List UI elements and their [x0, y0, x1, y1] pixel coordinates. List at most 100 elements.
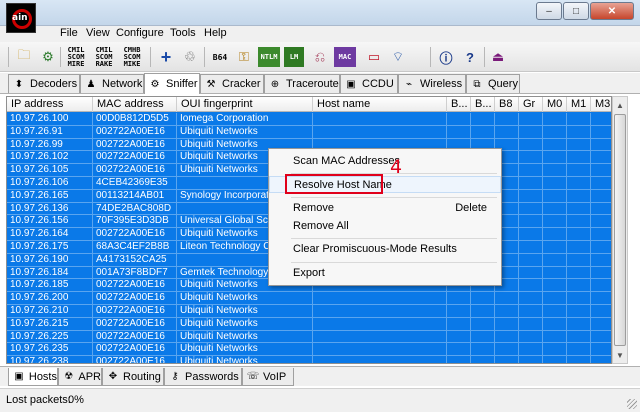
- table-cell: 002722A00E16: [93, 138, 177, 152]
- table-cell: [567, 330, 591, 344]
- table-cell: 10.97.26.184: [7, 266, 93, 280]
- route-icon[interactable]: ⎌: [310, 47, 330, 67]
- table-cell: 10.97.26.100: [7, 113, 93, 126]
- tab-voip[interactable]: ☏ VoIP: [242, 368, 294, 386]
- tab-cracker[interactable]: ⚒ Cracker: [200, 74, 264, 93]
- tab-passwords[interactable]: ⚷ Passwords: [164, 368, 242, 386]
- table-cell: [591, 267, 611, 280]
- table-cell: [313, 292, 447, 305]
- tab-query[interactable]: ⧉ Query: [466, 74, 520, 93]
- tab-apr[interactable]: ☢ APR: [58, 368, 102, 386]
- mac-icon[interactable]: MAC: [334, 47, 356, 67]
- wireless-icon: ⌁: [405, 78, 413, 90]
- table-cell: [519, 305, 543, 318]
- table-row[interactable]: 10.97.26.238 002722A00E16 Ubiquiti Network…: [7, 356, 611, 363]
- column-header[interactable]: Host name: [313, 97, 447, 112]
- table-cell: [519, 279, 543, 293]
- tab-routing[interactable]: ✥ Routing: [102, 368, 164, 386]
- table-cell: [471, 317, 495, 331]
- certificate-icon[interactable]: ⚿: [234, 47, 254, 67]
- add-icon[interactable]: +: [156, 47, 176, 67]
- table-cell: [543, 292, 567, 305]
- column-header[interactable]: B8: [495, 97, 519, 112]
- table-row[interactable]: 10.97.26.210 002722A00E16 Ubiquiti Network…: [7, 305, 611, 318]
- cain-logo-icon[interactable]: ain: [6, 3, 36, 33]
- table-cell: 002722A00E16: [93, 164, 177, 177]
- column-header[interactable]: IP address: [7, 97, 93, 112]
- table-cell: 002722A00E16: [93, 151, 177, 165]
- help-icon[interactable]: ?: [460, 47, 480, 67]
- tab-sniffer[interactable]: ⚙ Sniffer: [144, 73, 200, 94]
- apr-cell-3-icon[interactable]: CMHB SCOM MIKE: [120, 46, 144, 67]
- context-menu: Scan MAC Addresses Resolve Host Name Rem…: [268, 148, 502, 286]
- column-header[interactable]: M3: [591, 97, 611, 112]
- tab-decoders[interactable]: ⬍ Decoders: [8, 74, 80, 93]
- table-cell: [519, 266, 543, 280]
- table-cell: [313, 125, 447, 139]
- table-row[interactable]: 10.97.26.200 002722A00E16 Ubiquiti Network…: [7, 292, 611, 305]
- recycle-icon[interactable]: ♲: [180, 47, 200, 67]
- column-header[interactable]: B...: [447, 97, 471, 112]
- menu-item-clear-promiscuous[interactable]: Clear Promiscuous-Mode Results: [269, 241, 501, 258]
- tab-network[interactable]: ♟ Network: [80, 74, 144, 93]
- start-sniffer-icon[interactable]: ⚙: [38, 47, 58, 67]
- about-icon[interactable]: ⓘ: [436, 47, 456, 67]
- scroll-thumb[interactable]: [614, 114, 626, 346]
- table-cell: [519, 113, 543, 126]
- table-cell: [567, 125, 591, 139]
- table-cell: 00113214AB01: [93, 189, 177, 203]
- lm-icon[interactable]: LM: [284, 47, 304, 67]
- column-header[interactable]: MAC address: [93, 97, 177, 112]
- wifi-icon[interactable]: ⌔: [388, 47, 408, 67]
- menu-file[interactable]: File: [60, 27, 78, 39]
- scroll-up-icon[interactable]: ▲: [613, 97, 627, 113]
- menu-configure[interactable]: Configure: [116, 27, 164, 39]
- menu-item-remove-all[interactable]: Remove All: [269, 218, 501, 235]
- menu-help[interactable]: Help: [204, 27, 227, 39]
- menu-item-export[interactable]: Export: [269, 265, 501, 282]
- menu-item-scan-mac[interactable]: Scan MAC Addresses: [269, 153, 501, 170]
- tab-ccdu[interactable]: ▣ CCDU: [340, 74, 398, 93]
- column-header[interactable]: M0: [543, 97, 567, 112]
- table-cell: [471, 125, 495, 139]
- apr-cell-2-icon[interactable]: CMIL SCOM RAKE: [92, 46, 116, 67]
- resize-grip-icon[interactable]: [627, 399, 637, 409]
- table-cell: [495, 305, 519, 318]
- title-bar: ain – □ ✕: [0, 0, 640, 33]
- column-header[interactable]: B...: [471, 97, 495, 112]
- table-cell: 10.97.26.165: [7, 189, 93, 203]
- table-row[interactable]: 10.97.26.225 002722A00E16 Ubiquiti Network…: [7, 330, 611, 344]
- close-button[interactable]: ✕: [590, 2, 634, 20]
- column-header[interactable]: OUI fingerprint: [177, 97, 313, 112]
- table-row[interactable]: 10.97.26.100 00D0B812D5D5 Iomega Corporati…: [7, 113, 611, 126]
- tab-hosts[interactable]: ▣ Hosts: [8, 368, 58, 386]
- table-cell: Ubiquiti Networks: [177, 292, 313, 305]
- table-cell: [567, 292, 591, 305]
- menu-item-remove[interactable]: Remove Delete: [269, 200, 501, 217]
- column-header[interactable]: M1: [567, 97, 591, 112]
- stop-icon[interactable]: ⏏: [488, 47, 508, 67]
- tab-wireless[interactable]: ⌁ Wireless: [398, 74, 466, 93]
- open-folder-icon[interactable]: 🗀: [14, 47, 34, 67]
- table-cell: [519, 215, 543, 229]
- vertical-scrollbar[interactable]: ▲ ▼: [612, 96, 628, 364]
- table-cell: [543, 177, 567, 190]
- table-cell: [567, 305, 591, 318]
- table-cell: [495, 343, 519, 357]
- menu-tools[interactable]: Tools: [170, 27, 196, 39]
- ntlm-icon[interactable]: NTLM: [258, 47, 280, 67]
- maximize-button[interactable]: □: [563, 2, 589, 20]
- minimize-button[interactable]: –: [536, 2, 562, 20]
- table-row[interactable]: 10.97.26.91 002722A00E16 Ubiquiti Networks: [7, 125, 611, 139]
- menu-view[interactable]: View: [86, 27, 110, 39]
- b64-icon[interactable]: B64: [210, 47, 230, 67]
- ccdu-icon[interactable]: ▭: [364, 47, 384, 67]
- table-row[interactable]: 10.97.26.235 002722A00E16 Ubiquiti Network…: [7, 343, 611, 357]
- table-cell: 10.97.26.210: [7, 305, 93, 318]
- table-row[interactable]: 10.97.26.215 002722A00E16 Ubiquiti Network…: [7, 317, 611, 331]
- column-header[interactable]: Gr: [519, 97, 543, 112]
- table-cell: Ubiquiti Networks: [177, 343, 313, 357]
- tab-traceroute[interactable]: ⊕ Traceroute: [264, 74, 340, 93]
- scroll-down-icon[interactable]: ▼: [613, 347, 627, 363]
- apr-cell-1-icon[interactable]: CMIL SCOM MIRE: [64, 46, 88, 67]
